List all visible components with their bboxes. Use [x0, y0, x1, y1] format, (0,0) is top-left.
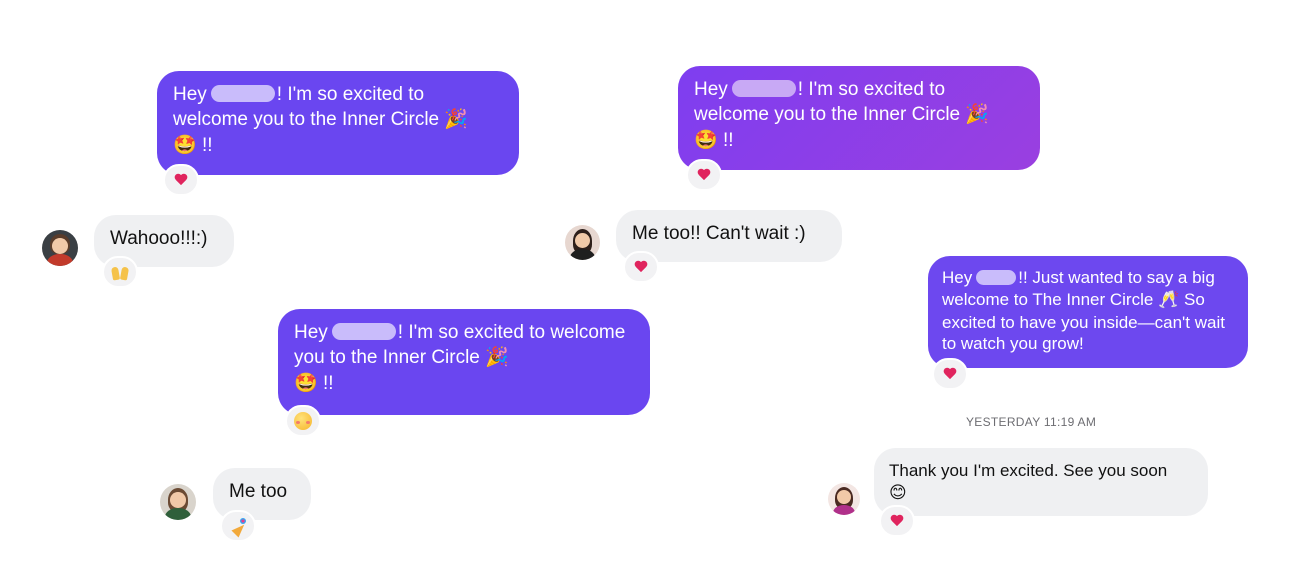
- avatar[interactable]: [42, 230, 78, 266]
- party-popper-icon: 🎉: [965, 103, 990, 126]
- message-text: Me too!! Can't wait :): [632, 223, 806, 244]
- outgoing-message-bubble[interactable]: Hey! I'm so excited to welcome you to th…: [157, 71, 519, 175]
- heart-icon: [174, 174, 188, 187]
- avatar[interactable]: [565, 225, 600, 260]
- message-text-prefix: Hey: [694, 79, 728, 100]
- outgoing-message-bubble[interactable]: Hey! I'm so excited to welcome you to th…: [678, 66, 1040, 170]
- raising-hands-icon: [111, 264, 129, 280]
- avatar[interactable]: [160, 484, 196, 520]
- party-popper-icon: [230, 518, 246, 534]
- blurred-name: [331, 323, 396, 340]
- avatar[interactable]: [828, 483, 860, 515]
- heart-icon: [634, 261, 648, 274]
- heart-icon: [890, 515, 904, 528]
- message-text-trailing: !!: [722, 129, 734, 151]
- message-text-prefix: Hey: [173, 84, 207, 105]
- outgoing-message-bubble[interactable]: Hey!! Just wanted to say a big welcome t…: [928, 256, 1248, 368]
- smiling-face-icon: 😊: [889, 482, 907, 503]
- star-struck-icon: 🤩: [294, 371, 318, 394]
- star-struck-icon: 🤩: [173, 133, 197, 156]
- reaction-badge[interactable]: [879, 505, 915, 537]
- incoming-message-bubble[interactable]: Thank you I'm excited. See you soon 😊: [874, 448, 1208, 516]
- message-text: Wahooo!!!:): [110, 228, 208, 249]
- clinking-glasses-icon: 🥂: [1158, 289, 1180, 310]
- reaction-badge[interactable]: [220, 510, 256, 542]
- message-timestamp: YESTERDAY 11:19 AM: [966, 415, 1097, 429]
- heart-icon: [697, 169, 711, 182]
- message-text-prefix: Hey: [294, 322, 328, 343]
- message-text: Thank you I'm excited. See you soon: [889, 461, 1168, 480]
- reaction-badge[interactable]: [623, 251, 659, 283]
- blurred-name: [210, 85, 275, 102]
- message-text: Me too: [229, 481, 288, 502]
- message-text-trailing: !!: [322, 372, 334, 394]
- blurred-name: [976, 270, 1017, 285]
- heart-icon: [943, 368, 957, 381]
- smiling-face-with-hearts-icon: [294, 412, 312, 430]
- message-text-prefix: Hey: [942, 268, 973, 287]
- party-popper-icon: 🎉: [444, 108, 469, 131]
- reaction-badge[interactable]: [285, 405, 321, 437]
- reaction-badge[interactable]: [686, 159, 722, 191]
- reaction-badge[interactable]: [102, 256, 138, 288]
- reaction-badge[interactable]: [163, 164, 199, 196]
- star-struck-icon: 🤩: [694, 128, 718, 151]
- message-text-trailing: !!: [201, 134, 213, 156]
- blurred-name: [731, 80, 796, 97]
- party-popper-icon: 🎉: [485, 346, 509, 369]
- reaction-badge[interactable]: [932, 358, 968, 390]
- outgoing-message-bubble[interactable]: Hey! I'm so excited to welcome you to th…: [278, 309, 650, 415]
